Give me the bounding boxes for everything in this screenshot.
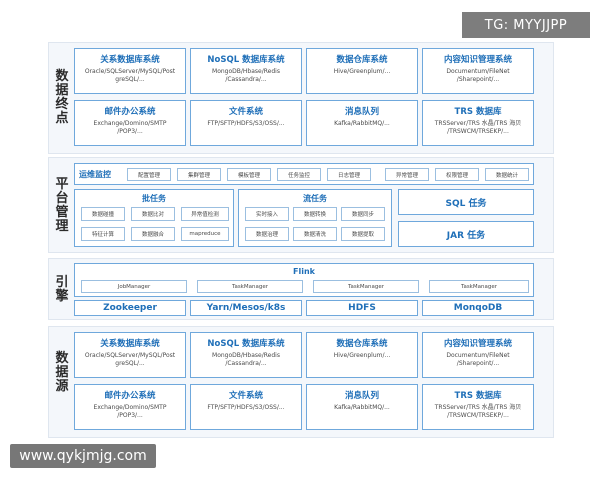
card-desc: Exchange/Domino/SMTP /POP3/... [93, 120, 167, 135]
card-desc: Kafka/RabbitMQ/... [334, 120, 390, 127]
stream-chip-transform[interactable]: 数据转换 [293, 207, 337, 221]
batch-chip-compare[interactable]: 数据比对 [131, 207, 175, 221]
terminal-card-nosql: NoSQL 数据库系统 MongoDB/Hbase/Redis /Cassand… [190, 48, 302, 94]
batch-task-title: 批任务 [142, 194, 166, 203]
flink-title: Flink [293, 267, 315, 276]
card-desc: Exchange/Domino/SMTP /POP3/... [93, 404, 167, 419]
bottom-watermark: www.qykjmjg.com [10, 444, 156, 468]
card-desc: FTP/SFTP/HDFS/S3/OSS/... [207, 404, 285, 411]
ops-monitor-panel: 运维监控 配置管理 集群管理 模板管理 任务监控 日志管理 异常管理 权限管理 … [74, 163, 534, 185]
card-title: 关系数据库系统 [100, 55, 160, 65]
card-title: 邮件办公系统 [104, 391, 156, 401]
card-desc: TRSServer/TRS 水晶/TRS 海贝 /TRSWCM/TRSEKP/.… [434, 404, 522, 419]
card-title: 内容知识管理系统 [443, 339, 512, 349]
source-card-content-mgmt: 内容知识管理系统 Documentum/FileNet /Sharepoint/… [422, 332, 534, 378]
ops-chip-cluster[interactable]: 集群管理 [177, 168, 221, 181]
ops-chip-template[interactable]: 模板管理 [227, 168, 271, 181]
card-desc: Oracle/SQLServer/MySQL/Post greSQL/... [84, 68, 176, 83]
source-card-relational: 关系数据库系统 Oracle/SQLServer/MySQL/Post greS… [74, 332, 186, 378]
card-desc: Hive/Greenplum/... [333, 68, 391, 75]
card-desc: Oracle/SQLServer/MySQL/Post greSQL/... [84, 352, 176, 367]
ops-chip-permission[interactable]: 权限管理 [435, 168, 479, 181]
sql-task-box[interactable]: SQL 任务 [398, 189, 534, 215]
terminal-card-warehouse: 数据仓库系统 Hive/Greenplum/... [306, 48, 418, 94]
stream-chip-sync[interactable]: 数据同步 [341, 207, 385, 221]
batch-chip-anomaly[interactable]: 异常值检测 [181, 207, 229, 221]
card-title: 数据仓库系统 [336, 339, 388, 349]
card-desc: MongoDB/Hbase/Redis /Cassandra/... [212, 68, 280, 83]
card-desc: TRSServer/TRS 水晶/TRS 海贝 /TRSWCM/TRSEKP/.… [434, 120, 522, 135]
source-card-trs: TRS 数据库 TRSServer/TRS 水晶/TRS 海贝 /TRSWCM/… [422, 384, 534, 430]
source-card-mail: 邮件办公系统 Exchange/Domino/SMTP /POP3/... [74, 384, 186, 430]
card-title: 内容知识管理系统 [443, 55, 512, 65]
task-manager-box-1[interactable]: TaskManager [197, 280, 303, 293]
card-desc: Documentum/FileNet /Sharepoint/... [446, 352, 510, 367]
card-desc: MongoDB/Hbase/Redis /Cassandra/... [212, 352, 280, 367]
stream-chip-cleansing[interactable]: 数据清洗 [293, 227, 337, 241]
hdfs-box[interactable]: HDFS [306, 300, 418, 316]
card-desc: Documentum/FileNet /Sharepoint/... [446, 68, 510, 83]
batch-task-panel: 批任务 数据碰撞 数据比对 异常值检测 特征计算 数据融合 mapreduce [74, 189, 234, 247]
mongodb-box[interactable]: MonqoDB [422, 300, 534, 316]
card-desc: FTP/SFTP/HDFS/S3/OSS/... [207, 120, 285, 127]
card-desc: Kafka/RabbitMQ/... [334, 404, 390, 411]
ops-chip-log[interactable]: 日志管理 [327, 168, 371, 181]
source-card-warehouse: 数据仓库系统 Hive/Greenplum/... [306, 332, 418, 378]
platform-section-label: 平台管理 [55, 177, 69, 234]
card-title: 消息队列 [344, 107, 379, 117]
task-manager-box-2[interactable]: TaskManager [313, 280, 419, 293]
jar-task-box[interactable]: JAR 任务 [398, 221, 534, 247]
card-title: 文件系统 [228, 107, 263, 117]
ops-monitor-title: 运维监控 [79, 170, 111, 179]
batch-chip-collision[interactable]: 数据碰撞 [81, 207, 125, 221]
stream-task-panel: 流任务 实时接入 数据转换 数据同步 数据治理 数据清洗 数据提取 [238, 189, 392, 247]
source-section-label: 数据源 [55, 351, 69, 394]
batch-chip-fusion[interactable]: 数据融合 [131, 227, 175, 241]
task-manager-box-3[interactable]: TaskManager [429, 280, 529, 293]
card-title: TRS 数据库 [454, 107, 502, 117]
source-card-mq: 消息队列 Kafka/RabbitMQ/... [306, 384, 418, 430]
card-title: 文件系统 [228, 391, 263, 401]
stream-chip-realtime[interactable]: 实时接入 [245, 207, 289, 221]
card-title: 关系数据库系统 [100, 339, 160, 349]
terminal-card-mail: 邮件办公系统 Exchange/Domino/SMTP /POP3/... [74, 100, 186, 146]
job-manager-box[interactable]: JobManager [81, 280, 187, 293]
ops-chip-config[interactable]: 配置管理 [127, 168, 171, 181]
terminal-card-mq: 消息队列 Kafka/RabbitMQ/... [306, 100, 418, 146]
ops-chip-statistics[interactable]: 数据统计 [485, 168, 529, 181]
card-title: 消息队列 [344, 391, 379, 401]
ops-chip-task-monitor[interactable]: 任务监控 [277, 168, 321, 181]
source-card-filesystem: 文件系统 FTP/SFTP/HDFS/S3/OSS/... [190, 384, 302, 430]
card-title: NoSQL 数据库系统 [207, 55, 285, 65]
terminal-section-label: 数据终点 [55, 69, 69, 126]
source-card-nosql: NoSQL 数据库系统 MongoDB/Hbase/Redis /Cassand… [190, 332, 302, 378]
card-title: 数据仓库系统 [336, 55, 388, 65]
card-title: NoSQL 数据库系统 [207, 339, 285, 349]
terminal-card-relational: 关系数据库系统 Oracle/SQLServer/MySQL/Post greS… [74, 48, 186, 94]
flink-panel: Flink JobManager TaskManager TaskManager… [74, 263, 534, 297]
card-title: 邮件办公系统 [104, 107, 156, 117]
zookeeper-box[interactable]: Zookeeper [74, 300, 186, 316]
ops-chip-exception[interactable]: 异常管理 [385, 168, 429, 181]
top-watermark: TG: MYYJJPP [462, 12, 590, 38]
batch-chip-feature[interactable]: 特征计算 [81, 227, 125, 241]
stream-chip-extract[interactable]: 数据提取 [341, 227, 385, 241]
stream-chip-governance[interactable]: 数据治理 [245, 227, 289, 241]
card-title: TRS 数据库 [454, 391, 502, 401]
engine-section-label: 引擎 [55, 275, 69, 304]
terminal-card-trs: TRS 数据库 TRSServer/TRS 水晶/TRS 海贝 /TRSWCM/… [422, 100, 534, 146]
terminal-card-content-mgmt: 内容知识管理系统 Documentum/FileNet /Sharepoint/… [422, 48, 534, 94]
terminal-card-filesystem: 文件系统 FTP/SFTP/HDFS/S3/OSS/... [190, 100, 302, 146]
batch-chip-mapreduce[interactable]: mapreduce [181, 227, 229, 241]
card-desc: Hive/Greenplum/... [333, 352, 391, 359]
yarn-mesos-k8s-box[interactable]: Yarn/Mesos/k8s [190, 300, 302, 316]
stream-task-title: 流任务 [303, 194, 327, 203]
